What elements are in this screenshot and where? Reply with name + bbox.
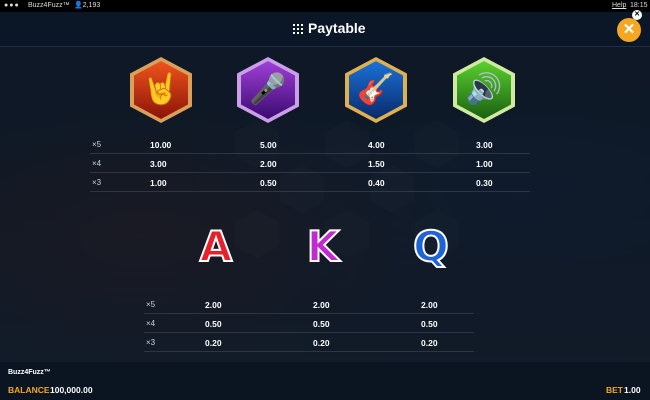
pay-value: 0.30 bbox=[476, 178, 493, 188]
pay-value: 0.20 bbox=[205, 338, 222, 348]
pay-value: 2.00 bbox=[313, 300, 330, 310]
pay-value: 0.20 bbox=[313, 338, 330, 348]
symbol-rock-hand: 🤘 bbox=[130, 57, 192, 123]
symbol-guitar: 🎸 bbox=[345, 57, 407, 123]
pay-value: 2.00 bbox=[260, 159, 277, 169]
pay-value: 1.50 bbox=[368, 159, 385, 169]
pay-value: 5.00 bbox=[260, 140, 277, 150]
pay-value: 0.50 bbox=[313, 319, 330, 329]
menu-dots-icon[interactable]: ●●● bbox=[4, 0, 20, 12]
bet-label: BET bbox=[606, 385, 623, 395]
row-divider bbox=[90, 172, 530, 173]
multiplier-label: ×3 bbox=[146, 338, 156, 347]
guitar-icon: 🎸 bbox=[357, 73, 395, 106]
microphone-icon: 🎤 bbox=[249, 73, 287, 106]
pay-value: 0.50 bbox=[260, 178, 277, 188]
pay-value: 0.50 bbox=[205, 319, 222, 329]
rock-hand-icon: 🤘 bbox=[142, 73, 180, 106]
grid-icon bbox=[293, 24, 303, 34]
pay-value: 2.00 bbox=[205, 300, 222, 310]
multiplier-label: ×4 bbox=[146, 319, 156, 328]
pay-value: 3.00 bbox=[150, 159, 167, 169]
balance-label: BALANCE bbox=[8, 385, 50, 395]
page-title: Paytable bbox=[308, 20, 366, 36]
bottom-bar bbox=[0, 362, 650, 400]
symbol-speaker: 🔊 bbox=[453, 57, 515, 123]
user-count: 👤2,193 bbox=[74, 0, 100, 12]
pay-value: 1.00 bbox=[150, 178, 167, 188]
multiplier-label: ×4 bbox=[92, 159, 102, 168]
balance-value: 100,000.00 bbox=[50, 385, 93, 395]
bet-value: 1.00 bbox=[624, 385, 641, 395]
row-divider bbox=[144, 351, 474, 352]
pay-value: 0.40 bbox=[368, 178, 385, 188]
paytable-header: Paytable bbox=[0, 12, 650, 47]
row-divider bbox=[90, 191, 530, 192]
multiplier-label: ×3 bbox=[92, 178, 102, 187]
row-divider bbox=[90, 153, 530, 154]
multiplier-label: ×5 bbox=[146, 300, 156, 309]
status-bar: ●●● Buzz4Fuzz™ 👤2,193 Help 18:15 bbox=[0, 0, 650, 12]
symbol-a: A bbox=[199, 221, 234, 272]
pay-value: 10.00 bbox=[150, 140, 172, 150]
symbol-q: Q bbox=[412, 221, 450, 272]
pay-value: 1.00 bbox=[476, 159, 493, 169]
status-app-name: Buzz4Fuzz™ bbox=[28, 2, 70, 9]
speaker-icon: 🔊 bbox=[465, 73, 503, 106]
user-icon: 👤 bbox=[74, 2, 83, 9]
user-count-value: 2,193 bbox=[82, 2, 101, 9]
symbol-microphone: 🎤 bbox=[237, 57, 299, 123]
multiplier-label: ×5 bbox=[92, 140, 102, 149]
row-divider bbox=[144, 313, 474, 314]
pay-value: 0.20 bbox=[421, 338, 438, 348]
symbol-k: K bbox=[306, 221, 341, 272]
game-name: Buzz4Fuzz™ bbox=[8, 369, 51, 376]
close-button[interactable]: ✕ bbox=[617, 18, 641, 42]
pay-value: 0.50 bbox=[421, 319, 438, 329]
pay-value: 3.00 bbox=[476, 140, 493, 150]
pay-value: 2.00 bbox=[421, 300, 438, 310]
pay-value: 4.00 bbox=[368, 140, 385, 150]
row-divider bbox=[144, 332, 474, 333]
help-link[interactable]: Help bbox=[612, 0, 626, 12]
